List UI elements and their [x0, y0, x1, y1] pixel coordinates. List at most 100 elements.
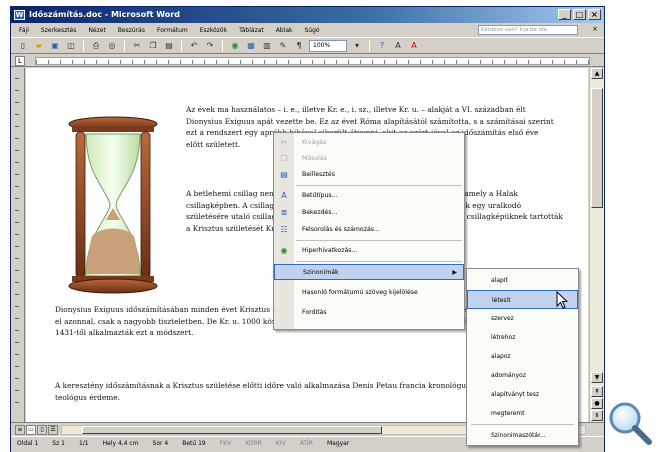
previous-page-button[interactable]: ⇞: [591, 386, 603, 397]
vertical-scrollbar[interactable]: ▲ ▼ ⇞ ● ⇟: [589, 68, 604, 422]
zoom-select[interactable]: 100%: [309, 39, 347, 52]
scroll-up-button[interactable]: ▲: [591, 68, 603, 79]
toolbar-separator: [124, 39, 125, 52]
status-ovr[interactable]: ÁTÍR: [300, 440, 313, 447]
undo-icon[interactable]: ↶: [188, 40, 200, 52]
ctx-synonyms[interactable]: Szinonimák ▶: [274, 264, 464, 280]
web-view-button[interactable]: ▭: [26, 425, 36, 435]
thesaurus-item[interactable]: Szinonimaszótár...: [467, 426, 578, 445]
vertical-ruler[interactable]: [11, 68, 25, 422]
vertical-scroll-thumb[interactable]: [591, 88, 603, 208]
horizontal-ruler[interactable]: L: [11, 55, 604, 67]
menu-table[interactable]: Táblázat: [237, 27, 266, 34]
close-button[interactable]: ×: [588, 9, 601, 20]
ctx-translate[interactable]: Fordítás: [274, 305, 464, 321]
open-icon[interactable]: ▰: [33, 40, 45, 52]
paste-icon: ▤: [280, 170, 288, 179]
close-document-button[interactable]: ×: [592, 25, 598, 33]
permission-icon[interactable]: ◫: [65, 40, 77, 52]
menu-insert[interactable]: Beszúrás: [116, 27, 147, 34]
toolbar-separator: [222, 39, 223, 52]
bullets-icon: ☷: [280, 225, 288, 234]
tab-selector[interactable]: L: [15, 56, 25, 66]
menu-separator: [296, 261, 462, 262]
show-marks-icon[interactable]: ¶: [293, 40, 305, 52]
font-color-icon[interactable]: A: [408, 40, 420, 52]
status-position: Hely 4,4 cm: [102, 440, 139, 447]
menu-edit[interactable]: Szerkesztés: [39, 27, 79, 34]
menu-view[interactable]: Nézet: [86, 27, 107, 34]
cut-icon[interactable]: ✂: [131, 40, 143, 52]
hourglass-image: [68, 116, 158, 294]
status-column: Betű 19: [182, 440, 206, 447]
ctx-bullets[interactable]: ☷ Felsorolás és számozás...: [274, 222, 464, 238]
horizontal-scroll-thumb[interactable]: [82, 426, 382, 434]
toolbar-separator: [369, 39, 370, 52]
status-rec[interactable]: FKV: [220, 440, 232, 447]
synonym-item[interactable]: létrehoz: [467, 328, 578, 347]
print-preview-icon[interactable]: ◎: [106, 40, 118, 52]
hyperlink-icon: ◉: [280, 246, 288, 255]
synonym-item[interactable]: alapoz: [467, 347, 578, 366]
menu-format[interactable]: Formátum: [155, 27, 190, 34]
status-pages: 1/1: [78, 440, 89, 447]
hyperlink-icon[interactable]: ◉: [229, 40, 241, 52]
maximize-button[interactable]: □: [573, 9, 586, 20]
save-icon[interactable]: ▣: [49, 40, 61, 52]
menu-separator: [471, 424, 574, 425]
help-search-input[interactable]: Kérdése van? Írja be ide.: [478, 25, 578, 35]
synonym-item[interactable]: adományoz: [467, 366, 578, 385]
ctx-paste[interactable]: ▤ Beillesztés: [274, 167, 464, 183]
status-ext[interactable]: KIV: [276, 440, 286, 447]
synonym-item[interactable]: szervez: [467, 309, 578, 328]
menu-window[interactable]: Ablak: [274, 27, 295, 34]
paragraph-icon: ≣: [280, 208, 288, 217]
window-title: Időszámítás.doc - Microsoft Word: [29, 10, 180, 19]
status-section: Sz 1: [52, 440, 65, 447]
menu-file[interactable]: Fájl: [17, 27, 31, 34]
redo-icon[interactable]: ↷: [204, 40, 216, 52]
font-icon[interactable]: A: [392, 40, 404, 52]
outline-view-button[interactable]: ☰: [48, 425, 58, 435]
title-bar: W Időszámítás.doc - Microsoft Word _ □ ×: [11, 7, 604, 23]
minimize-button[interactable]: _: [558, 9, 571, 20]
synonym-item[interactable]: alapítványt tesz: [467, 385, 578, 404]
chevron-down-icon[interactable]: ▾: [351, 40, 363, 52]
ctx-hyperlink[interactable]: ◉ Hiperhivatkozás...: [274, 243, 464, 259]
toolbar-separator: [181, 39, 182, 52]
ctx-paragraph[interactable]: ≣ Bekezdés...: [274, 205, 464, 221]
print-icon[interactable]: ⎙: [90, 40, 102, 52]
scroll-down-button[interactable]: ▼: [591, 372, 603, 383]
ctx-select-similar[interactable]: Hasonló formátumú szöveg kijelölése: [274, 285, 464, 301]
synonym-item[interactable]: alapít: [467, 271, 578, 290]
status-page: Oldal 1: [17, 440, 39, 447]
ctx-cut[interactable]: ✂ Kivágás: [274, 135, 464, 151]
status-line: Sor 4: [152, 440, 169, 447]
status-language: Magyar: [326, 440, 350, 447]
copy-icon[interactable]: ❐: [147, 40, 159, 52]
next-page-button[interactable]: ⇟: [591, 410, 603, 421]
columns-icon[interactable]: ▥: [261, 40, 273, 52]
submenu-arrow-icon: ▶: [452, 269, 457, 276]
font-icon: A: [281, 191, 287, 200]
ctx-copy[interactable]: ❐ Másolás: [274, 151, 464, 167]
cut-icon: ✂: [280, 138, 288, 147]
browse-object-button[interactable]: ●: [591, 398, 603, 409]
drawing-icon[interactable]: ✎: [277, 40, 289, 52]
paste-icon[interactable]: ▤: [163, 40, 175, 52]
print-layout-button[interactable]: ▯: [37, 425, 47, 435]
mouse-cursor-icon: [556, 291, 569, 309]
copy-icon: ❐: [280, 154, 288, 163]
normal-view-button[interactable]: ≡: [15, 425, 25, 435]
table-icon[interactable]: ▦: [245, 40, 257, 52]
magnifier-icon[interactable]: [607, 400, 653, 446]
status-trk[interactable]: KORR: [245, 440, 262, 447]
help-icon[interactable]: ?: [376, 40, 388, 52]
synonym-item[interactable]: megteremt: [467, 404, 578, 423]
new-icon[interactable]: ▯: [17, 40, 29, 52]
ctx-font[interactable]: A Betűtípus...: [274, 188, 464, 204]
standard-toolbar: ▯ ▰ ▣ ◫ ⎙ ◎ ✂ ❐ ▤ ↶ ↷ ◉ ▦ ▥ ✎ ¶ 100% ▾ ?…: [11, 37, 604, 54]
menu-help[interactable]: Súgó: [302, 27, 321, 34]
word-app-icon: W: [14, 10, 25, 20]
menu-tools[interactable]: Eszközök: [198, 27, 229, 34]
